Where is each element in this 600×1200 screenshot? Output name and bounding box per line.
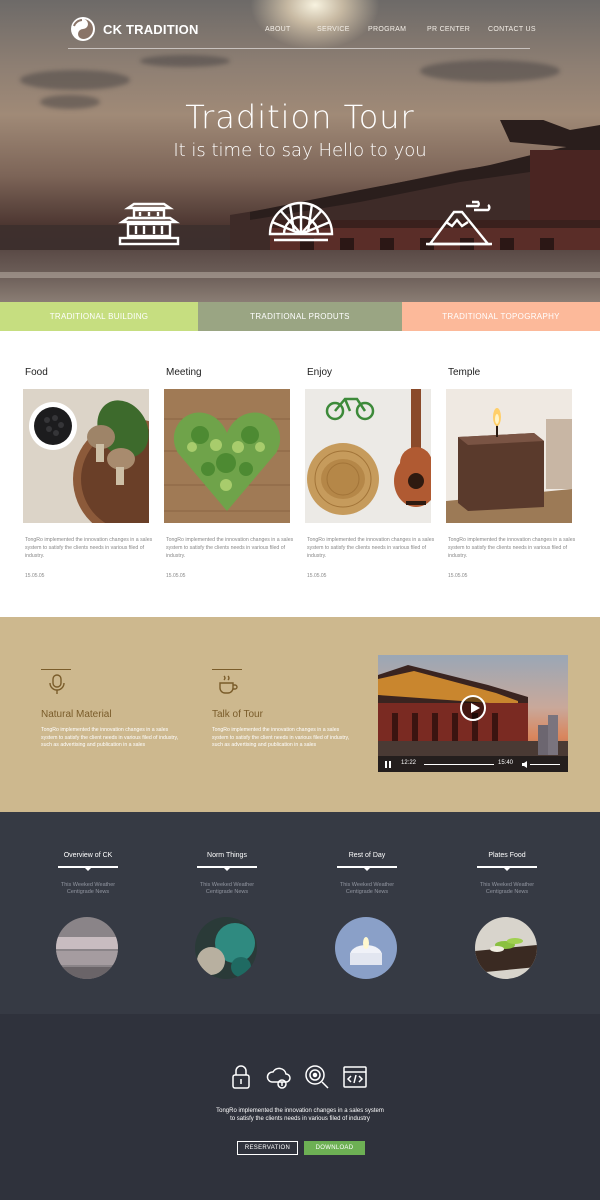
temple-image[interactable] [446, 389, 572, 523]
footer-text: TongRo implemented the innovation change… [216, 1108, 384, 1122]
microphone-icon [49, 674, 65, 694]
nav-pr-center[interactable]: PR CENTER [427, 26, 470, 33]
highlight-image[interactable] [335, 917, 397, 979]
highlight-title: Overview of CK [63, 852, 113, 859]
nav-about[interactable]: ABOUT [265, 26, 291, 33]
card-date: 15.05.05 [25, 573, 45, 579]
video-controls: 12:22 15:40 [378, 756, 568, 772]
video-player[interactable]: 12:22 15:40 [378, 655, 568, 772]
tab-traditional-products[interactable]: TRADITIONAL PRODUTS [198, 302, 402, 331]
play-icon[interactable] [460, 695, 486, 721]
nav-program[interactable]: PROGRAM [368, 26, 406, 33]
food-image[interactable] [23, 389, 149, 523]
fan-icon[interactable] [266, 200, 336, 248]
card-title: Meeting [166, 367, 202, 378]
highlight-subtitle: This Weeked Weather Centigrade News [479, 882, 535, 895]
nav-divider [68, 48, 530, 49]
building-icon[interactable] [114, 200, 184, 248]
video-duration: 15:40 [498, 760, 514, 766]
coffee-cup-icon [219, 675, 238, 694]
hero-subtitle: It is time to say Hello to you [173, 140, 427, 161]
brand-name: CK TRADITION [103, 21, 199, 37]
highlight-subtitle: This Weeked Weather Centigrade News [199, 882, 255, 895]
card-date: 15.05.05 [307, 573, 327, 579]
highlight-image[interactable] [56, 917, 118, 979]
hero-title: Tradition Tour [185, 98, 415, 136]
volume-icon[interactable] [522, 761, 528, 768]
highlight-title: Plates Food [488, 852, 526, 859]
cloud [20, 70, 130, 90]
card-date: 15.05.05 [166, 573, 186, 579]
highlight-title: Norm Things [207, 852, 247, 859]
highlight-image[interactable] [475, 917, 537, 979]
mountain-icon[interactable] [426, 200, 496, 248]
cloud [420, 60, 560, 82]
footer-icon-row [228, 1064, 368, 1090]
enjoy-image[interactable] [305, 389, 431, 523]
footer: TongRo implemented the innovation change… [0, 1014, 600, 1200]
tab-traditional-building[interactable]: TRADITIONAL BUILDING [0, 302, 198, 331]
reservation-button[interactable]: RESERVATION [237, 1141, 298, 1155]
nav-service[interactable]: SERVICE [317, 26, 350, 33]
nav-contact-us[interactable]: CONTACT US [488, 26, 536, 33]
features-section: Natural Material TongRo implemented the … [0, 617, 600, 812]
highlight-image[interactable] [195, 917, 257, 979]
video-progress-bar[interactable] [424, 764, 494, 765]
feature-divider [41, 669, 71, 670]
card-description: TongRo implemented the innovation change… [307, 537, 435, 559]
caret-down-icon [363, 867, 371, 871]
hero-banner: CK TRADITION ABOUT SERVICE PROGRAM PR CE… [0, 0, 600, 302]
pause-icon[interactable] [385, 761, 391, 768]
card-description: TongRo implemented the innovation change… [25, 537, 153, 559]
card-date: 15.05.05 [448, 573, 468, 579]
highlight-subtitle: This Weeked Weather Centigrade News [60, 882, 116, 895]
code-window-icon[interactable] [342, 1064, 368, 1090]
card-title: Food [25, 367, 48, 378]
card-grid: Food TongRo implemented the innovation c… [0, 331, 600, 617]
volume-slider[interactable] [530, 764, 560, 765]
card-description: TongRo implemented the innovation change… [448, 537, 576, 559]
card-title: Enjoy [307, 367, 333, 378]
feature-description: TongRo implemented the innovation change… [212, 727, 350, 748]
meeting-image[interactable] [164, 389, 290, 523]
caret-down-icon [84, 867, 92, 871]
card-title: Temple [448, 367, 481, 378]
feature-description: TongRo implemented the innovation change… [41, 727, 179, 748]
logo[interactable]: CK TRADITION [70, 16, 199, 42]
sun-glow [250, 0, 380, 50]
caret-down-icon [503, 867, 511, 871]
download-button[interactable]: DOWNLOAD [304, 1141, 365, 1155]
highlights-section: Overview of CK This Weeked Weather Centig… [0, 812, 600, 1014]
lock-icon[interactable] [228, 1064, 254, 1090]
category-tabs: TRADITIONAL BUILDING TRADITIONAL PRODUTS… [0, 302, 600, 331]
highlight-title: Rest of Day [348, 852, 386, 859]
feature-title: Talk of Tour [212, 709, 263, 720]
caret-down-icon [223, 867, 231, 871]
cloud-upload-icon[interactable] [266, 1064, 292, 1090]
video-current-time: 12:22 [401, 760, 417, 766]
feature-title: Natural Material [41, 709, 112, 720]
balustrade [0, 272, 600, 278]
cloud [140, 55, 230, 67]
highlight-subtitle: This Weeked Weather Centigrade News [339, 882, 395, 895]
tab-traditional-topography[interactable]: TRADITIONAL TOPOGRAPHY [402, 302, 600, 331]
card-description: TongRo implemented the innovation change… [166, 537, 294, 559]
feature-divider [212, 669, 242, 670]
logo-swirl-icon [71, 17, 95, 41]
search-target-icon[interactable] [304, 1064, 330, 1090]
